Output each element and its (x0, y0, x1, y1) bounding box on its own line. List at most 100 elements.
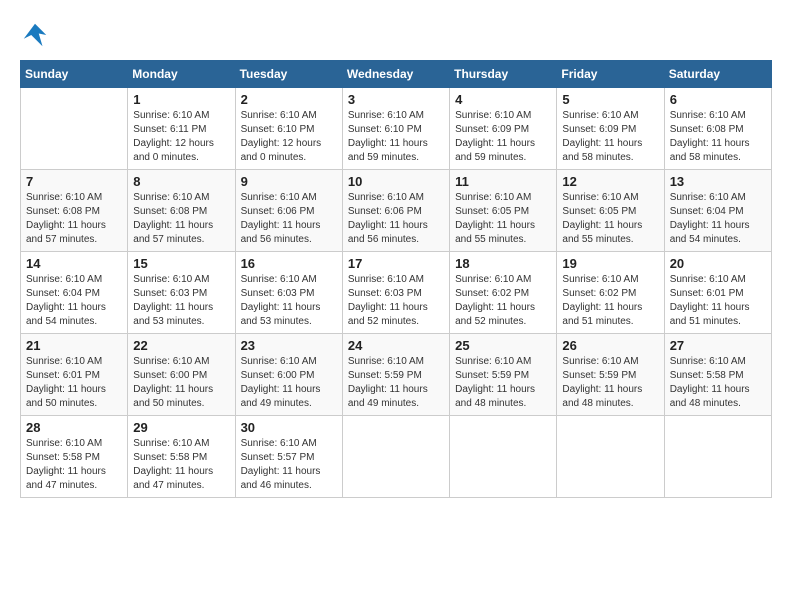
day-number: 13 (670, 174, 766, 189)
day-number: 16 (241, 256, 337, 271)
day-number: 17 (348, 256, 444, 271)
calendar-cell: 11 Sunrise: 6:10 AMSunset: 6:05 PMDaylig… (450, 170, 557, 252)
calendar-table: SundayMondayTuesdayWednesdayThursdayFrid… (20, 60, 772, 498)
day-number: 14 (26, 256, 122, 271)
day-number: 2 (241, 92, 337, 107)
day-info: Sunrise: 6:10 AMSunset: 6:06 PMDaylight:… (241, 191, 337, 247)
day-info: Sunrise: 6:10 AMSunset: 6:00 PMDaylight:… (241, 355, 337, 411)
calendar-week-4: 21 Sunrise: 6:10 AMSunset: 6:01 PMDaylig… (21, 334, 772, 416)
day-info: Sunrise: 6:10 AMSunset: 6:04 PMDaylight:… (26, 273, 122, 329)
day-info: Sunrise: 6:10 AMSunset: 6:08 PMDaylight:… (26, 191, 122, 247)
day-info: Sunrise: 6:10 AMSunset: 6:03 PMDaylight:… (348, 273, 444, 329)
page-header (20, 20, 772, 50)
day-number: 26 (562, 338, 658, 353)
calendar-cell (557, 416, 664, 498)
day-info: Sunrise: 6:10 AMSunset: 6:04 PMDaylight:… (670, 191, 766, 247)
calendar-cell (450, 416, 557, 498)
day-info: Sunrise: 6:10 AMSunset: 5:59 PMDaylight:… (348, 355, 444, 411)
calendar-cell: 17 Sunrise: 6:10 AMSunset: 6:03 PMDaylig… (342, 252, 449, 334)
day-number: 10 (348, 174, 444, 189)
day-info: Sunrise: 6:10 AMSunset: 5:59 PMDaylight:… (562, 355, 658, 411)
day-number: 28 (26, 420, 122, 435)
calendar-week-3: 14 Sunrise: 6:10 AMSunset: 6:04 PMDaylig… (21, 252, 772, 334)
day-number: 6 (670, 92, 766, 107)
day-info: Sunrise: 6:10 AMSunset: 5:58 PMDaylight:… (670, 355, 766, 411)
calendar-cell: 24 Sunrise: 6:10 AMSunset: 5:59 PMDaylig… (342, 334, 449, 416)
day-header-thursday: Thursday (450, 61, 557, 88)
day-info: Sunrise: 6:10 AMSunset: 5:59 PMDaylight:… (455, 355, 551, 411)
day-info: Sunrise: 6:10 AMSunset: 6:05 PMDaylight:… (562, 191, 658, 247)
calendar-cell: 29 Sunrise: 6:10 AMSunset: 5:58 PMDaylig… (128, 416, 235, 498)
day-number: 3 (348, 92, 444, 107)
day-number: 1 (133, 92, 229, 107)
day-number: 11 (455, 174, 551, 189)
calendar-cell: 22 Sunrise: 6:10 AMSunset: 6:00 PMDaylig… (128, 334, 235, 416)
logo (20, 20, 54, 50)
day-info: Sunrise: 6:10 AMSunset: 6:08 PMDaylight:… (133, 191, 229, 247)
day-number: 29 (133, 420, 229, 435)
calendar-cell: 5 Sunrise: 6:10 AMSunset: 6:09 PMDayligh… (557, 88, 664, 170)
day-header-saturday: Saturday (664, 61, 771, 88)
day-info: Sunrise: 6:10 AMSunset: 6:06 PMDaylight:… (348, 191, 444, 247)
day-info: Sunrise: 6:10 AMSunset: 6:09 PMDaylight:… (455, 109, 551, 165)
day-info: Sunrise: 6:10 AMSunset: 6:01 PMDaylight:… (26, 355, 122, 411)
day-info: Sunrise: 6:10 AMSunset: 5:58 PMDaylight:… (133, 437, 229, 493)
calendar-week-2: 7 Sunrise: 6:10 AMSunset: 6:08 PMDayligh… (21, 170, 772, 252)
calendar-cell: 4 Sunrise: 6:10 AMSunset: 6:09 PMDayligh… (450, 88, 557, 170)
day-info: Sunrise: 6:10 AMSunset: 6:05 PMDaylight:… (455, 191, 551, 247)
calendar-cell: 26 Sunrise: 6:10 AMSunset: 5:59 PMDaylig… (557, 334, 664, 416)
calendar-cell: 6 Sunrise: 6:10 AMSunset: 6:08 PMDayligh… (664, 88, 771, 170)
day-info: Sunrise: 6:10 AMSunset: 6:02 PMDaylight:… (562, 273, 658, 329)
day-number: 19 (562, 256, 658, 271)
day-number: 27 (670, 338, 766, 353)
day-number: 5 (562, 92, 658, 107)
day-info: Sunrise: 6:10 AMSunset: 6:00 PMDaylight:… (133, 355, 229, 411)
logo-icon (20, 20, 50, 50)
day-number: 7 (26, 174, 122, 189)
day-info: Sunrise: 6:10 AMSunset: 6:10 PMDaylight:… (241, 109, 337, 165)
day-number: 21 (26, 338, 122, 353)
day-number: 18 (455, 256, 551, 271)
calendar-cell: 2 Sunrise: 6:10 AMSunset: 6:10 PMDayligh… (235, 88, 342, 170)
day-info: Sunrise: 6:10 AMSunset: 6:09 PMDaylight:… (562, 109, 658, 165)
calendar-cell: 18 Sunrise: 6:10 AMSunset: 6:02 PMDaylig… (450, 252, 557, 334)
calendar-cell: 3 Sunrise: 6:10 AMSunset: 6:10 PMDayligh… (342, 88, 449, 170)
calendar-week-5: 28 Sunrise: 6:10 AMSunset: 5:58 PMDaylig… (21, 416, 772, 498)
day-number: 25 (455, 338, 551, 353)
calendar-cell: 27 Sunrise: 6:10 AMSunset: 5:58 PMDaylig… (664, 334, 771, 416)
day-info: Sunrise: 6:10 AMSunset: 6:02 PMDaylight:… (455, 273, 551, 329)
day-number: 24 (348, 338, 444, 353)
day-number: 23 (241, 338, 337, 353)
calendar-cell: 14 Sunrise: 6:10 AMSunset: 6:04 PMDaylig… (21, 252, 128, 334)
day-info: Sunrise: 6:10 AMSunset: 6:10 PMDaylight:… (348, 109, 444, 165)
day-header-wednesday: Wednesday (342, 61, 449, 88)
calendar-cell: 16 Sunrise: 6:10 AMSunset: 6:03 PMDaylig… (235, 252, 342, 334)
calendar-cell: 23 Sunrise: 6:10 AMSunset: 6:00 PMDaylig… (235, 334, 342, 416)
day-header-sunday: Sunday (21, 61, 128, 88)
calendar-cell: 30 Sunrise: 6:10 AMSunset: 5:57 PMDaylig… (235, 416, 342, 498)
day-number: 15 (133, 256, 229, 271)
calendar-cell (664, 416, 771, 498)
day-number: 12 (562, 174, 658, 189)
calendar-cell: 12 Sunrise: 6:10 AMSunset: 6:05 PMDaylig… (557, 170, 664, 252)
day-number: 8 (133, 174, 229, 189)
calendar-cell: 19 Sunrise: 6:10 AMSunset: 6:02 PMDaylig… (557, 252, 664, 334)
calendar-cell: 10 Sunrise: 6:10 AMSunset: 6:06 PMDaylig… (342, 170, 449, 252)
calendar-cell: 25 Sunrise: 6:10 AMSunset: 5:59 PMDaylig… (450, 334, 557, 416)
calendar-cell: 15 Sunrise: 6:10 AMSunset: 6:03 PMDaylig… (128, 252, 235, 334)
day-header-monday: Monday (128, 61, 235, 88)
day-number: 20 (670, 256, 766, 271)
day-info: Sunrise: 6:10 AMSunset: 6:01 PMDaylight:… (670, 273, 766, 329)
day-number: 4 (455, 92, 551, 107)
header-row: SundayMondayTuesdayWednesdayThursdayFrid… (21, 61, 772, 88)
day-info: Sunrise: 6:10 AMSunset: 5:57 PMDaylight:… (241, 437, 337, 493)
day-number: 9 (241, 174, 337, 189)
calendar-cell (342, 416, 449, 498)
calendar-cell: 21 Sunrise: 6:10 AMSunset: 6:01 PMDaylig… (21, 334, 128, 416)
day-info: Sunrise: 6:10 AMSunset: 6:11 PMDaylight:… (133, 109, 229, 165)
calendar-cell (21, 88, 128, 170)
calendar-cell: 9 Sunrise: 6:10 AMSunset: 6:06 PMDayligh… (235, 170, 342, 252)
calendar-cell: 7 Sunrise: 6:10 AMSunset: 6:08 PMDayligh… (21, 170, 128, 252)
calendar-cell: 20 Sunrise: 6:10 AMSunset: 6:01 PMDaylig… (664, 252, 771, 334)
day-info: Sunrise: 6:10 AMSunset: 6:08 PMDaylight:… (670, 109, 766, 165)
